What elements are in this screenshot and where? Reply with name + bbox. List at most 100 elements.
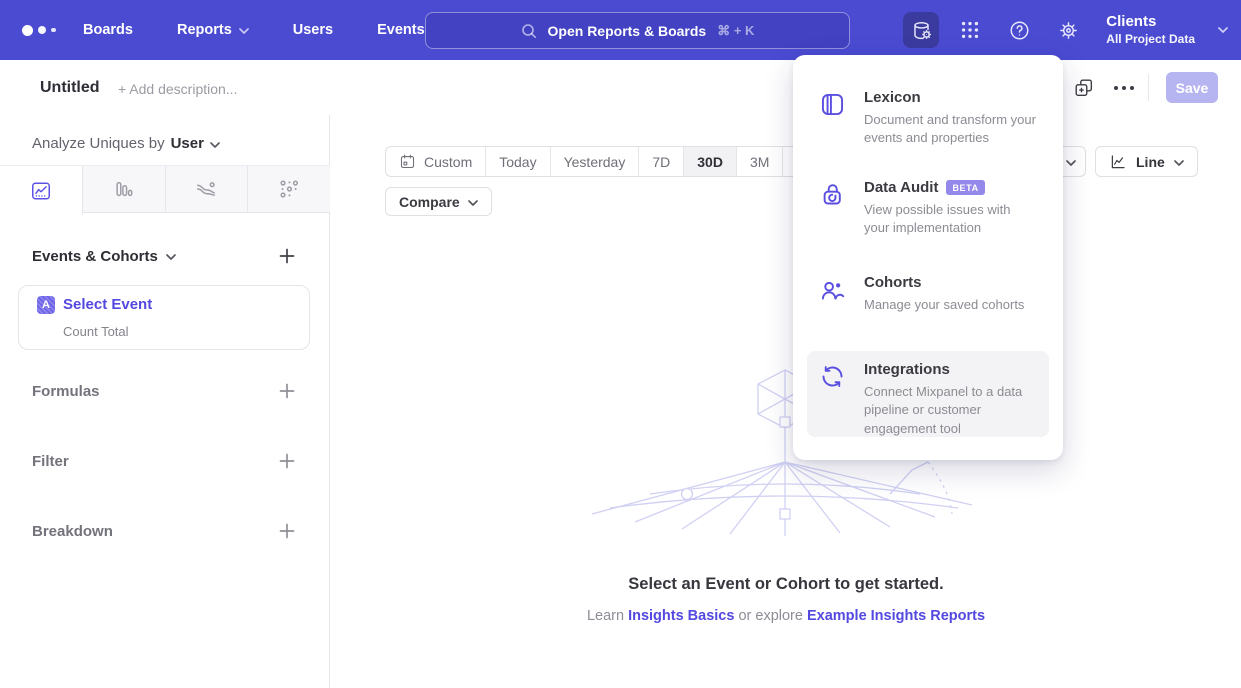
chevron-down-icon — [210, 142, 220, 148]
save-button[interactable]: Save — [1166, 72, 1218, 103]
events-cohorts-row: Events & Cohorts — [0, 247, 330, 265]
menu-item-description: Document and transform your events and p… — [864, 111, 1037, 148]
compare-dropdown[interactable]: Compare — [385, 187, 492, 216]
insights-basics-link[interactable]: Insights Basics — [628, 608, 734, 624]
count-total-label[interactable]: Count Total — [63, 324, 129, 339]
nav-menu: Boards Reports Users Events — [83, 0, 425, 60]
apps-grid-button[interactable] — [952, 12, 988, 48]
plus-icon — [279, 453, 295, 469]
settings-button[interactable] — [1050, 12, 1086, 48]
more-options-button[interactable] — [1114, 84, 1136, 92]
line-chart-icon — [1109, 153, 1127, 171]
add-breakdown-button[interactable] — [278, 522, 296, 540]
org-name: Clients — [1106, 13, 1195, 32]
menu-item-lexicon[interactable]: Lexicon Document and transform your even… — [807, 79, 1049, 158]
date-range-custom[interactable]: Custom — [386, 147, 486, 176]
tab-insights-line[interactable] — [0, 166, 83, 215]
project-name: All Project Data — [1106, 32, 1195, 47]
query-builder-sidebar: Analyze Uniques by User — [0, 115, 330, 688]
data-management-icon — [910, 19, 933, 42]
formulas-row: Formulas — [0, 382, 330, 400]
mixpanel-logo-icon[interactable] — [22, 0, 56, 60]
search-placeholder: Open Reports & Boards — [548, 23, 707, 39]
duplicate-icon — [1073, 77, 1095, 99]
menu-item-integrations[interactable]: Integrations Connect Mixpanel to a data … — [807, 351, 1049, 437]
filter-label: Filter — [32, 453, 69, 470]
empty-state: Select an Event or Cohort to get started… — [331, 575, 1241, 624]
chevron-down-icon — [468, 200, 478, 206]
chevron-down-icon — [166, 254, 176, 260]
select-event-label[interactable]: Select Event — [63, 296, 152, 313]
cohorts-icon — [819, 274, 847, 314]
add-formula-button[interactable] — [278, 382, 296, 400]
date-range-today[interactable]: Today — [486, 147, 550, 176]
analyze-label: Analyze Uniques by — [32, 135, 165, 152]
settings-gear-icon — [1057, 19, 1080, 42]
tab-bar-chart[interactable] — [83, 166, 166, 212]
chart-view-tabs — [0, 165, 330, 213]
nav-item-users[interactable]: Users — [293, 22, 333, 38]
menu-item-description: Connect Mixpanel to a data pipeline or c… — [864, 383, 1037, 438]
filter-row: Filter — [0, 452, 330, 470]
date-range-yesterday[interactable]: Yesterday — [551, 147, 640, 176]
menu-item-description: Manage your saved cohorts — [864, 296, 1024, 314]
plus-icon — [279, 248, 295, 264]
integrations-icon — [819, 361, 847, 427]
search-shortcut: ⌘ + K — [717, 23, 754, 39]
add-event-button[interactable] — [278, 247, 296, 265]
menu-item-data-audit[interactable]: Data Audit BETA View possible issues wit… — [807, 169, 1049, 248]
analyze-entity-dropdown[interactable]: User — [171, 135, 220, 152]
search-icon — [521, 23, 537, 39]
date-range-control: Custom Today Yesterday 7D 30D 3M 6M — [385, 146, 830, 177]
nav-item-events[interactable]: Events — [377, 22, 425, 38]
line-chart-tab-icon — [30, 180, 52, 202]
event-selector-card[interactable]: A Select Event Count Total — [18, 285, 310, 350]
flow-tab-icon — [195, 178, 217, 200]
tab-scatter-grid[interactable] — [248, 166, 330, 212]
tab-flow-chart[interactable] — [166, 166, 249, 212]
date-range-30d[interactable]: 30D — [684, 147, 737, 176]
event-letter-badge: A — [37, 296, 55, 314]
menu-item-title: Cohorts — [864, 274, 1024, 291]
project-switcher[interactable]: Clients All Project Data — [1106, 13, 1195, 47]
data-management-menu: Lexicon Document and transform your even… — [793, 55, 1063, 460]
breakdown-label: Breakdown — [32, 523, 113, 540]
chart-type-dropdown[interactable]: Line — [1095, 146, 1198, 177]
mixpanel-insights-app: Boards Reports Users Events Open Reports… — [0, 0, 1241, 688]
menu-item-cohorts[interactable]: Cohorts Manage your saved cohorts — [807, 264, 1049, 324]
global-search-input[interactable]: Open Reports & Boards ⌘ + K — [425, 12, 850, 49]
lexicon-book-icon — [819, 89, 847, 148]
plus-icon — [279, 523, 295, 539]
duplicate-report-button[interactable] — [1073, 77, 1095, 99]
help-button[interactable] — [1001, 12, 1037, 48]
nav-item-reports[interactable]: Reports — [177, 22, 249, 38]
nav-right-group: Clients All Project Data — [903, 0, 1228, 60]
add-filter-button[interactable] — [278, 452, 296, 470]
bar-chart-tab-icon — [113, 178, 135, 200]
chevron-down-icon — [1066, 160, 1076, 166]
analyze-uniques-row: Analyze Uniques by User — [32, 135, 220, 152]
events-cohorts-header[interactable]: Events & Cohorts — [32, 248, 176, 265]
calendar-icon — [399, 153, 416, 170]
data-management-button[interactable] — [903, 12, 939, 48]
date-range-7d[interactable]: 7D — [639, 147, 684, 176]
menu-item-title: Integrations — [864, 361, 1037, 378]
example-insights-reports-link[interactable]: Example Insights Reports — [807, 608, 985, 624]
chevron-down-icon — [239, 28, 249, 34]
chevron-down-icon — [1174, 160, 1184, 166]
menu-item-title: Data Audit — [864, 179, 938, 196]
formulas-label: Formulas — [32, 383, 100, 400]
date-range-3m[interactable]: 3M — [737, 147, 783, 176]
report-title[interactable]: Untitled — [40, 79, 100, 97]
apps-grid-icon — [959, 19, 981, 41]
header-divider — [1148, 74, 1149, 101]
plus-icon — [279, 383, 295, 399]
add-description-field[interactable]: + Add description... — [118, 81, 237, 97]
chevron-down-icon[interactable] — [1218, 27, 1228, 33]
empty-state-subtitle: Learn Insights Basics or explore Example… — [331, 608, 1241, 624]
help-icon — [1008, 19, 1031, 42]
breakdown-row: Breakdown — [0, 522, 330, 540]
report-canvas: Custom Today Yesterday 7D 30D 3M 6M Comp… — [331, 115, 1241, 688]
nav-item-boards[interactable]: Boards — [83, 22, 133, 38]
beta-badge: BETA — [946, 180, 984, 195]
